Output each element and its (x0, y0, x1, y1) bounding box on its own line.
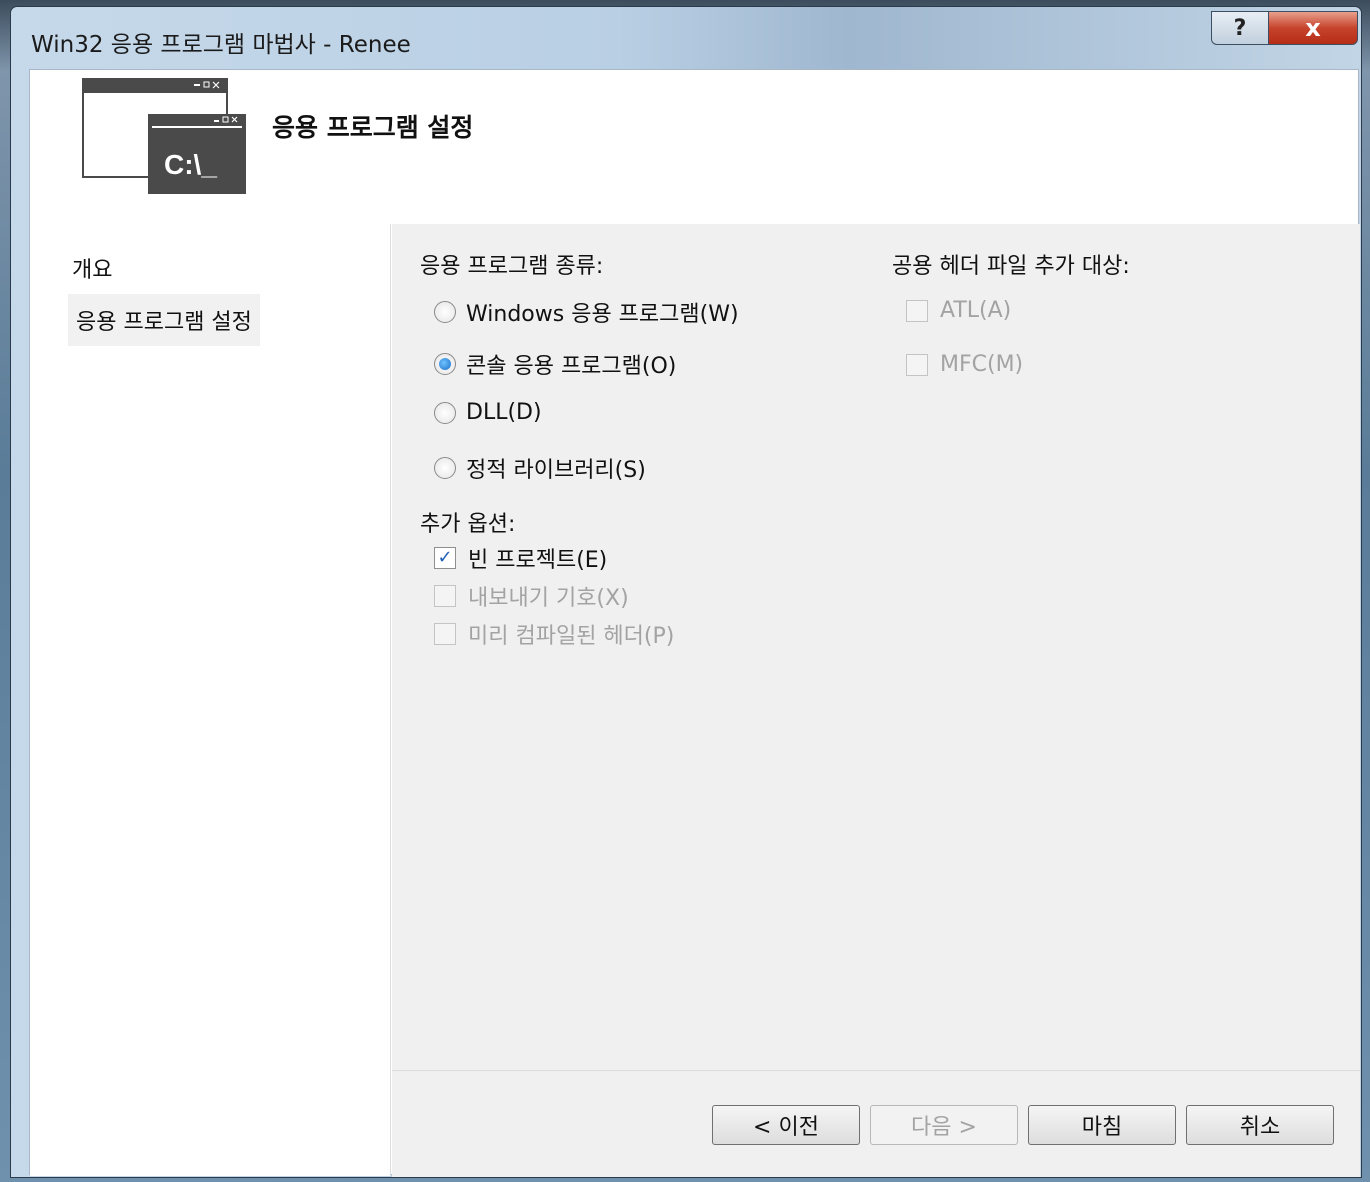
next-button: 다음 > (870, 1105, 1018, 1145)
finish-button[interactable]: 마침 (1028, 1105, 1176, 1145)
checkbox-disabled (906, 353, 928, 376)
close-icon: x (1305, 14, 1321, 42)
radio-dll[interactable]: DLL(D) (434, 400, 542, 425)
checkbox-disabled (434, 623, 456, 645)
radio-selected-dot (439, 358, 451, 370)
radio-static-library[interactable]: 정적 라이브러리(S) (434, 452, 646, 484)
radio-static-library-label: 정적 라이브러리(S) (466, 458, 646, 483)
wizard-client-area: C:\_ 응용 프로그램 설정 개요 응용 프로그램 설정 응용 프로그램 종류… (29, 69, 1360, 1177)
checkbox-mfc-label: MFC(M) (940, 352, 1024, 377)
checkbox-empty-project[interactable]: ✓ 빈 프로젝트(E) (434, 542, 607, 574)
radio-button-selected[interactable] (434, 353, 456, 375)
checkbox-precompiled-header-label: 미리 컴파일된 헤더(P) (468, 624, 675, 649)
common-headers-label: 공용 헤더 파일 추가 대상: (892, 254, 1130, 279)
radio-button[interactable] (434, 457, 456, 479)
help-icon: ? (1233, 15, 1247, 41)
cancel-button[interactable]: 취소 (1186, 1105, 1334, 1145)
additional-options-label: 추가 옵션: (420, 512, 516, 537)
radio-console-app-label: 콘솔 응용 프로그램(O) (466, 354, 677, 379)
checkbox-export-symbols: 내보내기 기호(X) (434, 580, 629, 612)
help-button[interactable]: ? (1211, 11, 1269, 45)
radio-windows-app-label: Windows 응용 프로그램(W) (466, 302, 739, 327)
checkbox-precompiled-header: 미리 컴파일된 헤더(P) (434, 618, 674, 650)
icon-prompt-text: C:\_ (164, 149, 217, 180)
window-title: Win32 응용 프로그램 마법사 - Renee (31, 32, 411, 58)
sidebar-item-overview[interactable]: 개요 (72, 252, 112, 284)
radio-button[interactable] (434, 401, 456, 424)
checkbox-disabled (434, 585, 456, 607)
checkbox-checked[interactable]: ✓ (434, 547, 456, 569)
title-bar[interactable]: Win32 응용 프로그램 마법사 - Renee ? x (11, 7, 1361, 67)
settings-panel: 응용 프로그램 종류: Windows 응용 프로그램(W) 콘솔 응용 프로그… (392, 224, 1360, 1070)
app-type-label: 응용 프로그램 종류: (420, 254, 604, 279)
wizard-window: Win32 응용 프로그램 마법사 - Renee ? x C:\_ 응용 프로… (10, 6, 1362, 1178)
button-bar: < 이전 다음 > 마침 취소 (392, 1070, 1360, 1177)
checkbox-atl-label: ATL(A) (940, 298, 1012, 323)
checkbox-export-symbols-label: 내보내기 기호(X) (468, 586, 629, 611)
page-title: 응용 프로그램 설정 (272, 113, 474, 142)
checkbox-empty-project-label: 빈 프로젝트(E) (468, 548, 608, 573)
console-window-icon: C:\_ (82, 78, 246, 194)
wizard-sidebar: 개요 응용 프로그램 설정 (30, 224, 391, 1176)
checkbox-atl: ATL(A) (906, 298, 1011, 323)
checkbox-disabled (906, 299, 928, 322)
sidebar-item-application-settings[interactable]: 응용 프로그램 설정 (68, 294, 260, 346)
close-button[interactable]: x (1268, 11, 1358, 45)
radio-console-app[interactable]: 콘솔 응용 프로그램(O) (434, 348, 676, 380)
previous-button[interactable]: < 이전 (712, 1105, 860, 1145)
radio-windows-app[interactable]: Windows 응용 프로그램(W) (434, 296, 739, 328)
wizard-header: C:\_ 응용 프로그램 설정 (30, 70, 1358, 224)
radio-button[interactable] (434, 301, 456, 323)
radio-dll-label: DLL(D) (466, 400, 542, 425)
checkbox-mfc: MFC(M) (906, 352, 1023, 377)
